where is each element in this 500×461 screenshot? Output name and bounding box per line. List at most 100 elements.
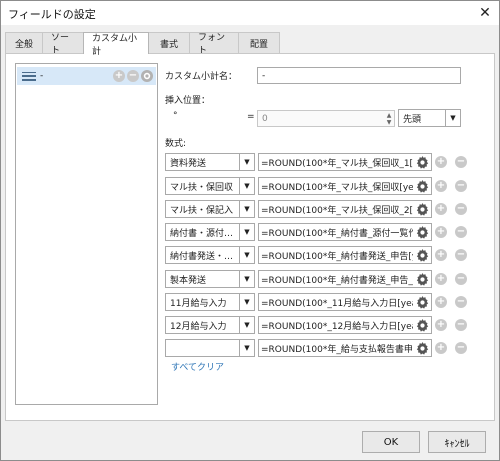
remove-icon[interactable]: − (455, 180, 467, 192)
chevron-down-icon[interactable]: ▼ (239, 340, 254, 356)
formula-input[interactable]: =ROUND(100*年_納付書発送_申告[y... (258, 246, 432, 264)
field-select[interactable]: ▼ (165, 339, 255, 357)
chevron-down-icon[interactable]: ▼ (239, 317, 254, 333)
add-icon[interactable]: + (435, 319, 447, 331)
gear-icon[interactable] (416, 203, 429, 216)
field-select[interactable]: 11月給与入力 ▼ (165, 293, 255, 311)
field-select[interactable]: マル扶・保記入 ▼ (165, 200, 255, 218)
formula-text: =ROUND(100*年_マル扶_保回収_2[year... (261, 205, 413, 216)
gear-icon[interactable] (416, 296, 429, 309)
spinner-arrows-icon[interactable]: ▲ ▼ (384, 111, 394, 126)
formula-input[interactable]: =ROUND(100*年_マル扶_保回収_2[year... (258, 200, 432, 218)
formula-text: =ROUND(100*年_マル扶_保回収_1[year... (261, 158, 413, 169)
field-select-value: マル扶・保回収 (170, 182, 234, 193)
gear-icon[interactable] (416, 273, 429, 286)
remove-icon[interactable]: − (455, 296, 467, 308)
add-icon[interactable]: + (435, 156, 447, 168)
chevron-down-icon[interactable]: ▼ (239, 224, 254, 240)
list-item[interactable]: - + − (17, 67, 156, 85)
position-value: 0 (262, 113, 268, 124)
formula-text: =ROUND(100*_12月給与入力日[year... (261, 321, 413, 332)
formula-text: =ROUND(100*年_納付書_源付一覧作... (261, 228, 413, 239)
add-icon[interactable]: + (435, 249, 447, 261)
close-button[interactable]: ✕ (475, 3, 495, 23)
field-select-value: 納付書・源付… (170, 228, 234, 239)
tab-strip: 全般 ソート カスタム小計 書式 フォント 配置 (5, 32, 280, 57)
formula-input[interactable]: =ROUND(100*_11月給与入力日[year... (258, 293, 432, 311)
remove-icon[interactable]: − (455, 249, 467, 261)
field-select-value: マル扶・保記入 (170, 205, 234, 216)
position-select-value: 先頭 (403, 114, 422, 125)
field-select[interactable]: 資料発送 ▼ (165, 153, 255, 171)
formula-input[interactable]: =ROUND(100*年_給与支払報告書申... (258, 339, 432, 357)
formula-label: 数式: (165, 139, 187, 149)
ok-button[interactable]: OK (362, 431, 420, 453)
tab-format[interactable]: 書式 (148, 32, 190, 53)
gear-icon[interactable] (416, 156, 429, 169)
name-input[interactable]: - (257, 67, 461, 84)
chevron-down-icon[interactable]: ▼ (239, 178, 254, 194)
tab-custom-subtotal[interactable]: カスタム小計 (83, 32, 149, 57)
field-select-value: 資料発送 (170, 158, 207, 169)
insert-position-label: 挿入位置： (165, 96, 211, 106)
settings-icon[interactable] (141, 70, 153, 82)
formula-input[interactable]: =ROUND(100*年_マル扶_保回収_1[year... (258, 153, 432, 171)
gear-icon[interactable] (416, 249, 429, 262)
formula-input[interactable]: =ROUND(100*年_納付書発送_申告_0[... (258, 270, 432, 288)
add-icon[interactable]: + (435, 180, 447, 192)
remove-icon[interactable]: − (455, 203, 467, 215)
add-icon[interactable]: + (113, 70, 125, 82)
field-select-value: 製本発送 (170, 275, 207, 286)
tab-font[interactable]: フォント (189, 32, 239, 56)
field-select[interactable]: 納付書発送・… ▼ (165, 246, 255, 264)
remove-icon[interactable]: − (127, 70, 139, 82)
title-bar: フィールドの設定 ✕ (1, 1, 499, 25)
chevron-down-icon[interactable]: ▼ (239, 247, 254, 263)
cancel-button[interactable]: ｷｬﾝｾﾙ (428, 431, 486, 453)
field-select[interactable]: 12月給与入力 ▼ (165, 316, 255, 334)
formula-input[interactable]: =ROUND(100*_12月給与入力日[year... (258, 316, 432, 334)
position-input[interactable]: 0 ▲ ▼ (257, 110, 395, 127)
remove-icon[interactable]: − (455, 226, 467, 238)
add-icon[interactable]: + (435, 296, 447, 308)
subtotal-list[interactable]: - + − (15, 63, 158, 405)
chevron-down-icon[interactable]: ▼ (445, 110, 460, 126)
gear-icon[interactable] (416, 342, 429, 355)
degree-label: ° (173, 111, 178, 121)
formula-text: =ROUND(100*_11月給与入力日[year... (261, 298, 413, 309)
formula-text: =ROUND(100*年_マル扶_保回収[year... (261, 182, 413, 193)
field-select[interactable]: マル扶・保回収 ▼ (165, 177, 255, 195)
tab-general[interactable]: 全般 (5, 32, 43, 53)
field-select-value: 11月給与入力 (170, 298, 227, 309)
add-icon[interactable]: + (435, 226, 447, 238)
chevron-down-icon[interactable]: ▼ (239, 271, 254, 287)
add-icon[interactable]: + (435, 203, 447, 215)
gear-icon[interactable] (416, 180, 429, 193)
field-settings-dialog: フィールドの設定 ✕ 全般 ソート カスタム小計 書式 フォント 配置 - + … (0, 0, 500, 461)
remove-icon[interactable]: − (455, 273, 467, 285)
field-select[interactable]: 製本発送 ▼ (165, 270, 255, 288)
gear-icon[interactable] (416, 226, 429, 239)
add-icon[interactable]: + (435, 273, 447, 285)
tab-sort[interactable]: ソート (42, 32, 84, 56)
position-select[interactable]: 先頭 ▼ (398, 109, 461, 127)
field-select[interactable]: 納付書・源付… ▼ (165, 223, 255, 241)
chevron-down-icon[interactable]: ▼ (239, 154, 254, 170)
clear-all-link[interactable]: すべてクリア (171, 360, 224, 373)
remove-icon[interactable]: − (455, 319, 467, 331)
formula-input[interactable]: =ROUND(100*年_納付書_源付一覧作... (258, 223, 432, 241)
field-select-value: 納付書発送・… (170, 251, 234, 262)
formula-text: =ROUND(100*年_給与支払報告書申... (261, 344, 413, 355)
list-item-label: - (40, 71, 44, 81)
chevron-down-icon[interactable]: ▼ (239, 294, 254, 310)
remove-icon[interactable]: − (455, 156, 467, 168)
equals-label: = (247, 112, 255, 122)
drag-handle-icon[interactable] (22, 71, 36, 81)
gear-icon[interactable] (416, 319, 429, 332)
remove-icon[interactable]: − (455, 342, 467, 354)
tab-alignment[interactable]: 配置 (238, 32, 280, 53)
formula-input[interactable]: =ROUND(100*年_マル扶_保回収[year... (258, 177, 432, 195)
formula-text: =ROUND(100*年_納付書発送_申告[y... (261, 251, 413, 262)
chevron-down-icon[interactable]: ▼ (239, 201, 254, 217)
add-icon[interactable]: + (435, 342, 447, 354)
